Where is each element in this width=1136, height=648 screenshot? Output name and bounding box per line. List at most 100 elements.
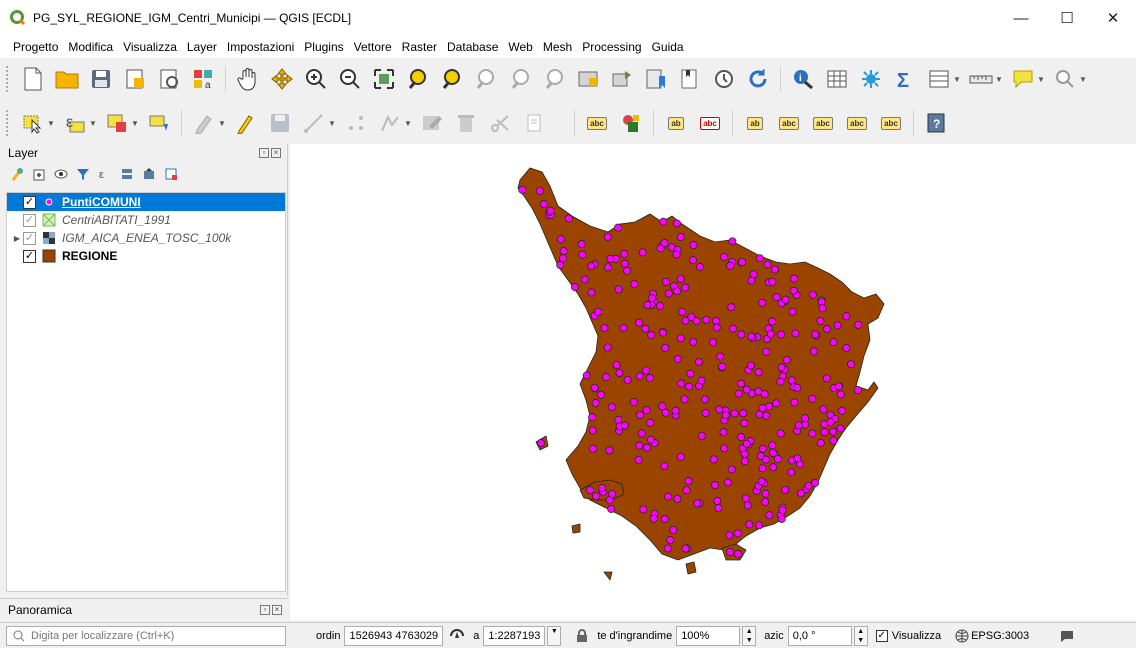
municipality-point[interactable]: [808, 394, 817, 403]
municipality-point[interactable]: [762, 455, 770, 464]
scale-dropdown-icon[interactable]: ▼: [547, 625, 562, 646]
chevron-down-icon[interactable]: ▼: [89, 119, 97, 128]
menu-mesh[interactable]: Mesh: [538, 40, 577, 54]
municipality-point[interactable]: [834, 382, 843, 391]
attribute-table-icon[interactable]: [823, 65, 851, 93]
municipality-point[interactable]: [586, 486, 594, 494]
municipality-point[interactable]: [713, 497, 722, 505]
island-small-3[interactable]: [603, 571, 613, 581]
municipality-point[interactable]: [804, 481, 813, 490]
municipality-point[interactable]: [739, 409, 748, 418]
municipality-point[interactable]: [818, 304, 827, 313]
municipality-point[interactable]: [768, 448, 777, 457]
municipality-point[interactable]: [777, 330, 786, 339]
municipality-point[interactable]: [676, 274, 685, 283]
municipality-point[interactable]: [829, 436, 838, 445]
collapse-all-icon[interactable]: [142, 167, 156, 181]
municipality-point[interactable]: [643, 301, 652, 309]
close-button[interactable]: ✕: [1090, 0, 1136, 36]
municipality-point[interactable]: [738, 257, 747, 266]
zoom-native-icon[interactable]: [472, 65, 500, 93]
municipality-point[interactable]: [603, 232, 612, 241]
municipality-point[interactable]: [669, 525, 678, 534]
chevron-down-icon[interactable]: ▼: [131, 119, 139, 128]
menu-raster[interactable]: Raster: [397, 40, 442, 54]
change-label-icon[interactable]: abc: [843, 109, 871, 137]
municipality-point[interactable]: [664, 492, 672, 501]
municipality-point[interactable]: [723, 478, 732, 487]
measure-line-icon[interactable]: [967, 65, 995, 93]
menu-guida[interactable]: Guida: [647, 40, 689, 54]
municipality-point[interactable]: [606, 254, 615, 263]
remove-layer-icon[interactable]: [164, 167, 178, 181]
municipality-point[interactable]: [708, 338, 717, 347]
rotate-label-icon[interactable]: abc: [809, 109, 837, 137]
municipality-point[interactable]: [605, 446, 614, 455]
municipality-point[interactable]: [629, 398, 638, 407]
style-panel-icon[interactable]: [10, 167, 24, 181]
municipality-point[interactable]: [777, 363, 786, 372]
coordinate-field[interactable]: 1526943 4763029: [344, 625, 444, 646]
open-project-icon[interactable]: [53, 65, 81, 93]
vertex-tool-icon[interactable]: [342, 109, 370, 137]
label-tool-icon[interactable]: abc: [583, 109, 611, 137]
add-line-feature-icon[interactable]: [300, 109, 328, 137]
municipality-point[interactable]: [836, 390, 845, 399]
expand-arrow-icon[interactable]: ▶: [11, 234, 23, 243]
render-checkbox[interactable]: ✓: [875, 629, 888, 642]
municipality-point[interactable]: [635, 318, 643, 327]
municipality-point[interactable]: [638, 248, 647, 257]
zoom-full-icon[interactable]: [370, 65, 398, 93]
menu-web[interactable]: Web: [503, 40, 537, 54]
save-edits-icon[interactable]: [266, 109, 294, 137]
municipality-point[interactable]: [808, 429, 817, 438]
municipality-point[interactable]: [614, 223, 622, 232]
municipality-point[interactable]: [676, 334, 685, 343]
municipality-point[interactable]: [765, 402, 774, 411]
chevron-down-icon[interactable]: ▼: [953, 75, 961, 84]
municipality-point[interactable]: [646, 435, 655, 444]
municipality-point[interactable]: [819, 405, 828, 414]
municipality-point[interactable]: [823, 325, 831, 333]
municipality-point[interactable]: [822, 374, 831, 383]
layer-item-regione[interactable]: ✓ REGIONE: [7, 247, 285, 265]
municipality-point[interactable]: [697, 431, 706, 440]
municipality-point[interactable]: [758, 298, 767, 307]
municipality-point[interactable]: [672, 219, 681, 228]
municipality-point[interactable]: [663, 544, 672, 553]
municipality-point[interactable]: [681, 283, 690, 292]
municipality-point[interactable]: [676, 233, 685, 242]
municipality-point[interactable]: [658, 328, 667, 337]
magnifier-spinner[interactable]: ▲ ▼: [742, 625, 757, 646]
municipality-point[interactable]: [591, 399, 600, 407]
municipality-point[interactable]: [647, 331, 656, 340]
pan-to-selection-icon[interactable]: [268, 65, 296, 93]
municipality-point[interactable]: [623, 266, 632, 275]
island-small-2[interactable]: [571, 523, 581, 534]
municipality-point[interactable]: [758, 464, 767, 473]
municipality-point[interactable]: [726, 261, 734, 270]
zoom-out-icon[interactable]: [336, 65, 364, 93]
identify-features-icon[interactable]: i: [789, 65, 817, 93]
municipality-point[interactable]: [776, 429, 785, 438]
municipality-point[interactable]: [535, 186, 544, 195]
zoom-in-icon[interactable]: [302, 65, 330, 93]
municipality-point[interactable]: [678, 307, 687, 316]
municipality-point[interactable]: [681, 544, 690, 553]
menu-database[interactable]: Database: [442, 40, 503, 54]
municipality-point[interactable]: [712, 323, 721, 332]
municipality-point[interactable]: [672, 250, 681, 259]
municipality-point[interactable]: [557, 235, 565, 244]
crs-button[interactable]: EPSG:3003: [971, 630, 1029, 642]
municipality-point[interactable]: [842, 344, 851, 352]
municipality-point[interactable]: [793, 454, 802, 463]
deselect-features-icon[interactable]: [103, 109, 131, 137]
current-edits-icon[interactable]: [190, 109, 218, 137]
toolbox-icon[interactable]: [857, 65, 885, 93]
municipality-point[interactable]: [559, 247, 568, 256]
municipality-point[interactable]: [604, 263, 612, 272]
municipality-point[interactable]: [620, 259, 629, 268]
statistics-icon[interactable]: Σ: [891, 65, 919, 93]
menu-progetto[interactable]: Progetto: [8, 40, 63, 54]
municipality-point[interactable]: [600, 323, 609, 332]
